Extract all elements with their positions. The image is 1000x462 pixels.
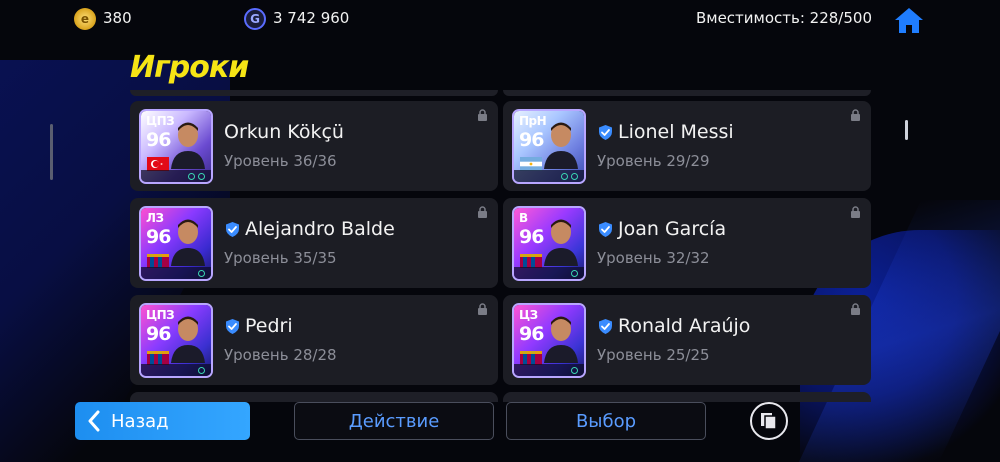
player-thumbnail[interactable]: ЦПЗ 96 [139, 109, 213, 184]
capacity-label: Вместимость: 228/500 [695, 9, 872, 27]
lock-icon [478, 109, 487, 121]
player-rating: 96 [519, 226, 544, 248]
select-button[interactable]: Выбор [506, 402, 706, 440]
player-card[interactable]: ПрН 96 Lionel Messi Уровень 29/29 [503, 101, 871, 191]
shield-check-icon [599, 124, 612, 140]
player-rating: 96 [519, 129, 544, 151]
copy-button[interactable] [750, 402, 788, 440]
player-portrait [544, 316, 578, 363]
lock-icon [478, 206, 487, 218]
player-thumbnail[interactable]: ЦЗ 96 [512, 303, 586, 378]
barcelona-flag-icon [520, 253, 542, 268]
argentina-flag-icon [520, 156, 542, 171]
player-portrait [544, 122, 578, 169]
player-thumbnail[interactable]: ЦПЗ 96 [139, 303, 213, 378]
home-icon[interactable] [893, 6, 925, 34]
player-level: Уровень 25/25 [597, 346, 710, 364]
scrollbar[interactable] [905, 120, 908, 140]
player-name-row: Joan García [597, 218, 726, 240]
player-card[interactable]: ЦПЗ 96 Pedri Уровень 28/28 [130, 295, 498, 385]
player-card[interactable]: В 96 Joan García Уровень 32/32 [503, 198, 871, 288]
player-name-row: Orkun Kökçü [224, 121, 344, 143]
chevron-left-icon [88, 410, 100, 432]
back-button[interactable]: Назад [75, 402, 250, 440]
player-rating: 96 [146, 226, 171, 248]
barcelona-flag-icon [520, 350, 542, 365]
action-button[interactable]: Действие [294, 402, 494, 440]
barcelona-flag-icon [147, 253, 169, 268]
player-position: ЛЗ [146, 211, 164, 225]
player-rating: 96 [146, 323, 171, 345]
gp-value: 3 742 960 [273, 9, 350, 27]
shield-check-icon [599, 318, 612, 334]
coins-value: 380 [103, 9, 132, 27]
player-name: Alejandro Balde [245, 218, 395, 240]
player-rating: 96 [519, 323, 544, 345]
skill-indicators [141, 170, 211, 182]
skill-indicators [514, 170, 584, 182]
player-position: ЦПЗ [146, 114, 175, 128]
player-name-row: Pedri [224, 315, 293, 337]
skill-indicators [141, 267, 211, 279]
scroll-indicator-left [50, 124, 53, 180]
back-button-label: Назад [111, 410, 169, 432]
player-name-row: Ronald Araújo [597, 315, 750, 337]
gp-coin-icon: G [244, 8, 266, 30]
player-position: В [519, 211, 528, 225]
top-bar: e 380 G 3 742 960 Вместимость: 228/500 [0, 0, 1000, 38]
player-portrait [171, 316, 205, 363]
player-position: ЦПЗ [146, 308, 175, 322]
lock-icon [478, 303, 487, 315]
skill-indicators [514, 364, 584, 376]
lock-icon [851, 303, 860, 315]
player-name: Pedri [245, 315, 293, 337]
player-name-row: Lionel Messi [597, 121, 734, 143]
player-name: Ronald Araújo [618, 315, 751, 337]
select-button-label: Выбор [575, 410, 637, 432]
list-edge-top [503, 90, 871, 96]
player-portrait [171, 219, 205, 266]
player-card[interactable]: ЦЗ 96 Ronald Araújo Уровень 25/25 [503, 295, 871, 385]
copy-icon [761, 413, 777, 430]
shield-check-icon [226, 221, 239, 237]
list-edge-top [130, 90, 498, 96]
player-level: Уровень 32/32 [597, 249, 710, 267]
player-level: Уровень 36/36 [224, 152, 337, 170]
list-edge-bottom [130, 392, 498, 402]
player-level: Уровень 29/29 [597, 152, 710, 170]
player-rating: 96 [146, 129, 171, 151]
player-level: Уровень 35/35 [224, 249, 337, 267]
barcelona-flag-icon [147, 350, 169, 365]
shield-check-icon [226, 318, 239, 334]
player-portrait [171, 122, 205, 169]
skill-indicators [514, 267, 584, 279]
player-card[interactable]: ЦПЗ 96 Orkun Kökçü Уровень 36/36 [130, 101, 498, 191]
player-name: Joan García [618, 218, 727, 240]
turkey-flag-icon [147, 156, 169, 171]
shield-check-icon [599, 221, 612, 237]
player-level: Уровень 28/28 [224, 346, 337, 364]
player-position: ПрН [519, 114, 547, 128]
skill-indicators [141, 364, 211, 376]
player-thumbnail[interactable]: ПрН 96 [512, 109, 586, 184]
player-name: Orkun Kökçü [224, 121, 344, 143]
player-thumbnail[interactable]: ЛЗ 96 [139, 206, 213, 281]
player-name-row: Alejandro Balde [224, 218, 395, 240]
page-title: Игроки [130, 50, 249, 85]
efootball-coin-icon: e [74, 8, 96, 30]
player-thumbnail[interactable]: В 96 [512, 206, 586, 281]
player-portrait [544, 219, 578, 266]
player-card[interactable]: ЛЗ 96 Alejandro Balde Уровень 35/35 [130, 198, 498, 288]
list-edge-bottom [503, 392, 871, 402]
player-name: Lionel Messi [618, 121, 734, 143]
lock-icon [851, 206, 860, 218]
action-button-label: Действие [348, 410, 440, 432]
player-position: ЦЗ [519, 308, 538, 322]
lock-icon [851, 109, 860, 121]
